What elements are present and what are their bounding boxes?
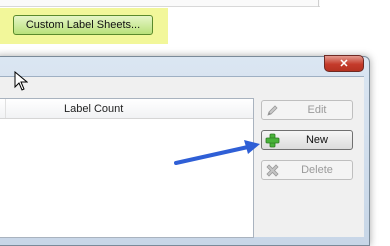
column-header-label-count[interactable]: Label Count (64, 103, 123, 115)
close-button[interactable]: ✕ (324, 55, 364, 72)
top-border-line (0, 0, 320, 7)
plus-icon (265, 133, 280, 148)
edit-button[interactable]: Edit (261, 100, 353, 120)
delete-button[interactable]: Delete (261, 160, 353, 180)
new-button-label: New (305, 134, 328, 146)
list-header: Label Count (0, 99, 253, 119)
delete-button-label: Delete (301, 164, 333, 176)
label-sheets-list[interactable]: Label Count (0, 98, 254, 238)
arrow-icon (174, 140, 260, 165)
x-icon (265, 163, 280, 178)
edit-button-label: Edit (307, 104, 327, 116)
pencil-icon (265, 103, 280, 118)
new-button[interactable]: New (261, 130, 353, 150)
cursor-icon (14, 71, 28, 91)
column-divider[interactable] (5, 99, 6, 118)
custom-label-sheets-button[interactable]: Custom Label Sheets... (13, 15, 153, 35)
top-border-tick (318, 0, 319, 7)
